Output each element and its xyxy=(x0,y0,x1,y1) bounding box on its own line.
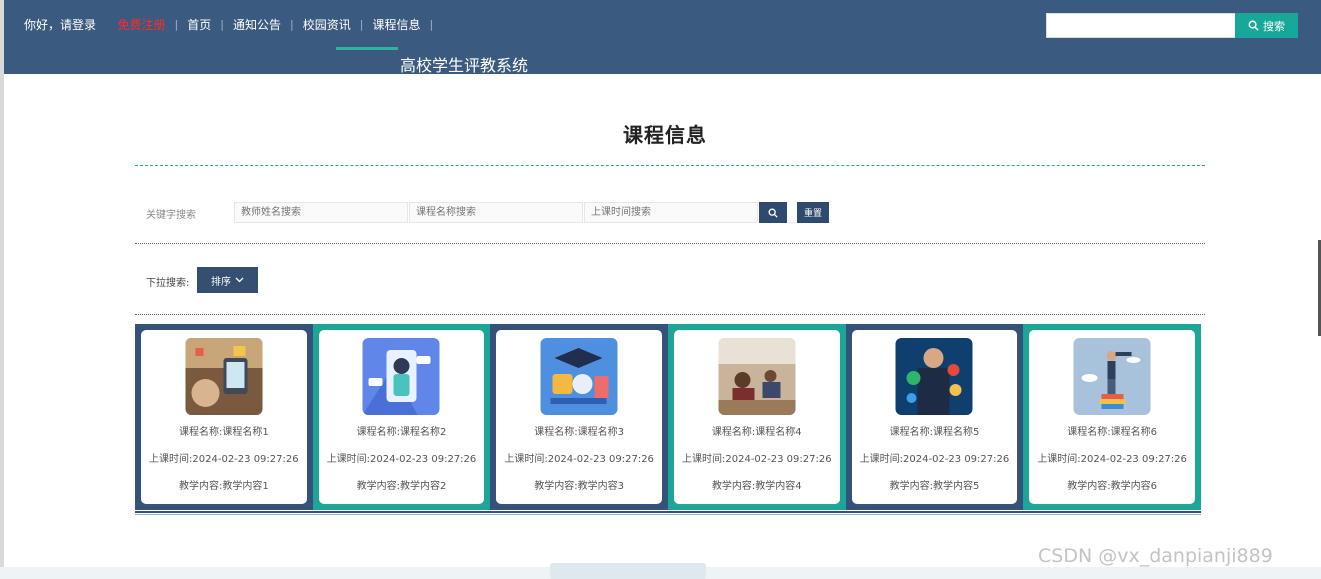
course-name: 课程名称:课程名称3 xyxy=(534,427,624,438)
course-card-cell: 课程名称:课程名称4 上课时间:2024-02-23 09:27:26 教学内容… xyxy=(667,324,846,510)
course-card[interactable]: 课程名称:课程名称3 上课时间:2024-02-23 09:27:26 教学内容… xyxy=(496,330,662,504)
teacher-name-input[interactable] xyxy=(234,202,408,223)
course-card-cell: 课程名称:课程名称6 上课时间:2024-02-23 09:27:26 教学内容… xyxy=(1023,324,1201,510)
chevron-down-icon xyxy=(235,277,244,283)
course-name: 课程名称:课程名称6 xyxy=(1067,427,1157,438)
top-search-label: 搜索 xyxy=(1263,19,1285,33)
course-card[interactable]: 课程名称:课程名称6 上课时间:2024-02-23 09:27:26 教学内容… xyxy=(1029,330,1195,504)
active-nav-indicator xyxy=(336,47,398,50)
sort-divider xyxy=(135,314,1205,315)
course-name: 课程名称:课程名称2 xyxy=(356,427,447,438)
course-card[interactable]: 课程名称:课程名称1 上课时间:2024-02-23 09:27:26 教学内容… xyxy=(141,330,307,504)
course-card-cell: 课程名称:课程名称2 上课时间:2024-02-23 09:27:26 教学内容… xyxy=(312,324,491,510)
filter-search-button[interactable] xyxy=(759,202,787,223)
login-link[interactable]: 你好，请登录 xyxy=(24,16,96,33)
sort-label: 排序 xyxy=(211,276,231,288)
course-time: 上课时间:2024-02-23 09:27:26 xyxy=(1037,454,1187,465)
course-name: 课程名称:课程名称5 xyxy=(889,427,980,438)
footer-decoration xyxy=(550,563,706,579)
keyword-search-label: 关键字搜索 xyxy=(146,210,196,221)
page-title: 课程信息 xyxy=(623,123,707,147)
site-title: 高校学生评教系统 xyxy=(400,56,529,75)
top-search-button[interactable]: 搜索 xyxy=(1235,13,1298,38)
nav-campus-news[interactable]: 校园资讯 xyxy=(303,16,351,33)
course-card-cell: 课程名称:课程名称3 上课时间:2024-02-23 09:27:26 教学内容… xyxy=(490,324,668,510)
nav-notices[interactable]: 通知公告 xyxy=(233,16,281,33)
reset-button[interactable]: 重置 xyxy=(797,202,829,223)
course-name-input[interactable] xyxy=(409,202,583,223)
list-bottom-border xyxy=(135,511,1201,513)
course-thumbnail[interactable] xyxy=(362,338,440,415)
course-content: 教学内容:教学内容1 xyxy=(178,481,269,492)
course-thumbnail[interactable] xyxy=(1073,338,1151,415)
register-link[interactable]: 免费注册 xyxy=(118,16,166,33)
top-header: 你好，请登录 免费注册 | 首页 | 通知公告 | 校园资讯 | 课程信息 | … xyxy=(4,0,1321,75)
course-card[interactable]: 课程名称:课程名称4 上课时间:2024-02-23 09:27:26 教学内容… xyxy=(673,330,840,504)
course-time: 上课时间:2024-02-23 09:27:26 xyxy=(504,454,654,465)
course-time: 上课时间:2024-02-23 09:27:26 xyxy=(149,454,299,465)
course-name: 课程名称:课程名称1 xyxy=(178,427,269,438)
nav-course-info[interactable]: 课程信息 xyxy=(372,16,420,33)
course-content: 教学内容:教学内容2 xyxy=(356,481,447,492)
title-divider xyxy=(135,165,1205,166)
course-time: 上课时间:2024-02-23 09:27:26 xyxy=(326,454,477,465)
nav-home[interactable]: 首页 xyxy=(187,16,211,33)
course-list: 课程名称:课程名称1 上课时间:2024-02-23 09:27:26 教学内容… xyxy=(135,324,1201,510)
filter-divider xyxy=(135,243,1205,244)
list-bottom-border-light xyxy=(135,514,1201,515)
course-card-cell: 课程名称:课程名称1 上课时间:2024-02-23 09:27:26 教学内容… xyxy=(135,324,313,510)
course-name: 课程名称:课程名称4 xyxy=(711,427,802,438)
window-left-edge xyxy=(0,0,4,579)
class-time-input[interactable] xyxy=(584,202,758,223)
top-search-input[interactable] xyxy=(1046,13,1236,38)
course-card-cell: 课程名称:课程名称5 上课时间:2024-02-23 09:27:26 教学内容… xyxy=(845,324,1024,510)
course-content: 教学内容:教学内容4 xyxy=(711,481,802,492)
search-icon xyxy=(768,208,778,218)
course-content: 教学内容:教学内容3 xyxy=(534,481,624,492)
course-card[interactable]: 课程名称:课程名称2 上课时间:2024-02-23 09:27:26 教学内容… xyxy=(318,330,485,504)
dropdown-search-label: 下拉搜索: xyxy=(146,278,190,289)
course-time: 上课时间:2024-02-23 09:27:26 xyxy=(859,454,1010,465)
search-icon xyxy=(1248,20,1259,31)
sort-dropdown-button[interactable]: 排序 xyxy=(197,267,258,293)
course-thumbnail[interactable] xyxy=(185,338,263,415)
course-time: 上课时间:2024-02-23 09:27:26 xyxy=(682,454,832,465)
watermark: CSDN @vx_danpianji889 xyxy=(1038,545,1273,567)
course-card[interactable]: 课程名称:课程名称5 上课时间:2024-02-23 09:27:26 教学内容… xyxy=(851,330,1018,504)
top-nav: 你好，请登录 免费注册 | 首页 | 通知公告 | 校园资讯 | 课程信息 | xyxy=(24,16,434,33)
course-content: 教学内容:教学内容5 xyxy=(889,481,980,492)
course-thumbnail[interactable] xyxy=(718,338,796,415)
course-thumbnail[interactable] xyxy=(540,338,618,415)
course-content: 教学内容:教学内容6 xyxy=(1067,481,1157,492)
course-thumbnail[interactable] xyxy=(895,338,973,415)
